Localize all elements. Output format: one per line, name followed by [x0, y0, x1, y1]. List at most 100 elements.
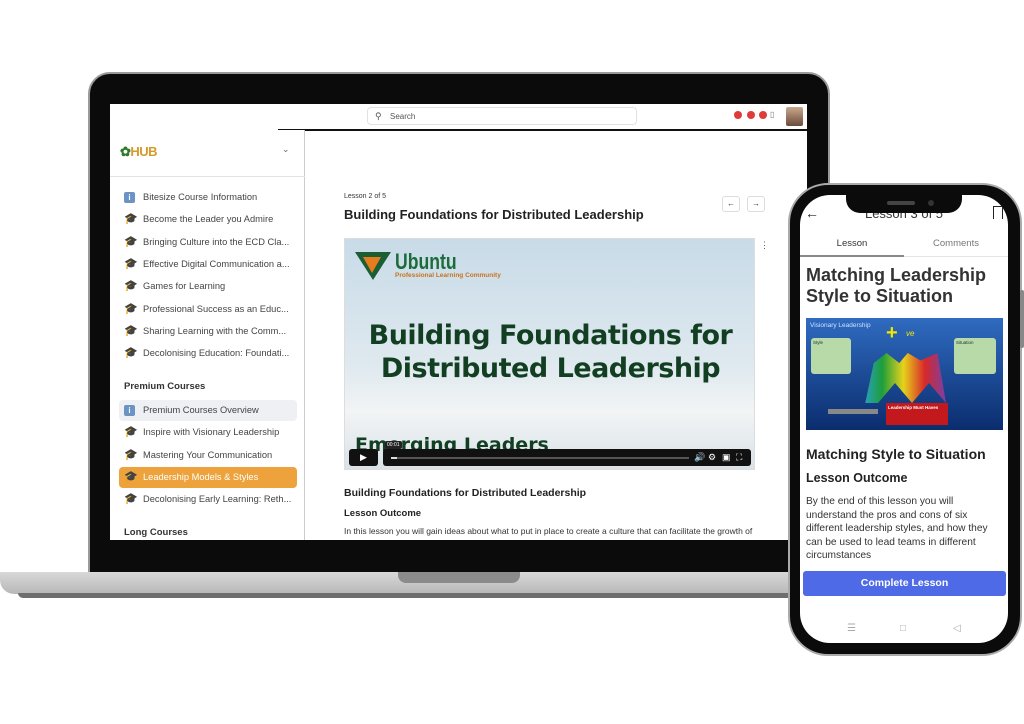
sidebar-item-label: Games for Learning [143, 281, 226, 292]
graduation-cap-icon: 🎓 [124, 448, 138, 461]
logo[interactable]: ✿HUB [120, 144, 158, 160]
lesson-image: Visionary Leadership + ve Style Situatio… [806, 318, 1003, 430]
phone-heading: Matching Style to Situation [806, 446, 986, 462]
sidebar-item[interactable]: 🎓 Sharing Learning with the Comm... [119, 321, 297, 342]
graduation-cap-icon: 🎓 [124, 280, 138, 293]
sidebar-item-label: Professional Success as an Educ... [143, 303, 289, 314]
sidebar-item-label: Decolonising Education: Foundati... [143, 348, 290, 359]
phone-outcome-heading: Lesson Outcome [806, 471, 908, 485]
image-label: Visionary Leadership [810, 322, 871, 329]
sidebar-item[interactable]: 🎓 Games for Learning [119, 276, 297, 297]
camera [928, 200, 934, 206]
long-courses-heading: Long Courses [124, 527, 188, 538]
sidebar-item-label: Premium Courses Overview [143, 405, 259, 415]
chat-icon[interactable] [759, 111, 767, 119]
divider [110, 176, 305, 177]
sidebar-item[interactable]: 🎓 Bringing Culture into the ECD Cla... [119, 232, 297, 253]
active-tab-indicator [800, 255, 904, 257]
play-button[interactable]: ▶ [349, 449, 378, 466]
image-ve: ve [906, 329, 915, 338]
sidebar-item[interactable]: 🎓 Professional Success as an Educ... [119, 299, 297, 320]
graduation-cap-icon: 🎓 [124, 302, 138, 315]
sidebar-item[interactable]: 🎓 Leadership Models & Styles [119, 466, 297, 488]
video-player[interactable]: Ubuntu Professional Learning Community B… [344, 238, 755, 470]
africa-icon: ✿ [120, 144, 131, 159]
plus-icon: + [886, 322, 898, 344]
situation-card: Situation [954, 338, 996, 374]
video-time: 00:01 [385, 441, 402, 449]
settings-icon[interactable]: ⚙ [708, 452, 716, 463]
tab-comments[interactable]: Comments [904, 238, 1008, 249]
phone-notch [846, 195, 962, 213]
menu-icon[interactable]: ☰ [847, 623, 856, 634]
sidebar-item[interactable]: 🎓 Mastering Your Communication [119, 445, 297, 466]
seek-progress [391, 457, 397, 459]
sidebar-item[interactable]: i Bitesize Course Information [119, 187, 297, 208]
phone-side-button [1020, 290, 1024, 348]
sidebar-item-label: Mastering Your Communication [143, 449, 273, 460]
laptop-notch [398, 572, 520, 583]
sidebar-item[interactable]: 🎓 Decolonising Education: Foundati... [119, 343, 297, 364]
lesson-number: Lesson 2 of 5 [344, 193, 387, 200]
notification-icon[interactable] [734, 111, 742, 119]
graduation-cap-icon: 🎓 [124, 257, 138, 270]
sidebar-item-label: Decolonising Early Learning: Reth... [143, 494, 292, 505]
graduation-cap-icon: 🎓 [124, 493, 138, 506]
must-haves-box: Leadership Must Haves [886, 403, 948, 425]
speaker [887, 201, 915, 205]
sidebar-item[interactable]: 🎓 Effective Digital Communication a... [119, 254, 297, 275]
lesson-paragraph: In this lesson you will gain ideas about… [344, 526, 753, 536]
info-icon: i [124, 192, 135, 203]
fullscreen-icon[interactable]: ⛶ [736, 452, 742, 463]
graduation-cap-icon: 🎓 [124, 426, 138, 439]
people-icon [865, 353, 946, 403]
prev-lesson-button[interactable]: ← [722, 196, 740, 212]
messages-icon[interactable] [747, 111, 755, 119]
tab-lesson[interactable]: Lesson [800, 238, 904, 249]
ubuntu-logo-accent [363, 257, 381, 273]
sidebar-item[interactable]: 🎓 Decolonising Early Learning: Reth... [119, 489, 297, 510]
logo-text: HUB [130, 144, 158, 159]
video-brand-sub: Professional Learning Community [395, 272, 501, 279]
home-icon[interactable]: □ [900, 623, 906, 634]
arrow-left-icon: ← [727, 199, 735, 208]
sidebar-item-label: Effective Digital Communication a... [143, 258, 290, 269]
info-icon: i [124, 405, 135, 416]
video-controls: 🔊 ⚙ ▣ ⛶ [383, 449, 751, 466]
seek-bar[interactable] [391, 457, 689, 459]
laptop-base-shadow [18, 593, 818, 598]
tabs: Lesson Comments [800, 231, 1008, 257]
search-input[interactable]: ⚲ Search [367, 107, 637, 125]
sidebar-item[interactable]: 🎓 Inspire with Visionary Leadership [119, 422, 297, 443]
phone-lesson-title: Matching Leadership Style to Situation [806, 265, 987, 306]
bookmark-icon[interactable]: ▯ [770, 110, 774, 119]
video-title: Building Foundations for Distributed Lea… [368, 320, 733, 384]
outcome-heading: Lesson Outcome [344, 508, 422, 519]
lesson-title: Building Foundations for Distributed Lea… [344, 207, 644, 222]
pip-icon[interactable]: ▣ [722, 452, 731, 463]
sidebar-item-label: Bringing Culture into the ECD Cla... [143, 236, 290, 247]
next-lesson-button[interactable]: → [747, 196, 765, 212]
lesson-main: Lesson 2 of 5 Building Foundations for D… [306, 130, 807, 540]
top-bar: ⚲ Search ▯ [110, 104, 807, 130]
arrow-icon [828, 409, 878, 414]
more-options-icon[interactable]: ⋮ [760, 240, 769, 251]
avatar[interactable] [786, 107, 803, 126]
back-icon[interactable]: ◁ [953, 623, 961, 634]
graduation-cap-icon: 🎓 [124, 347, 138, 360]
arrow-right-icon: → [752, 199, 760, 208]
graduation-cap-icon: 🎓 [124, 235, 138, 248]
search-placeholder: Search [390, 112, 416, 121]
graduation-cap-icon: 🎓 [124, 324, 138, 337]
play-icon: ▶ [360, 452, 367, 462]
sidebar: ✿HUB ⌄ i Bitesize Course Information 🎓 Beco… [110, 130, 305, 540]
chevron-down-icon[interactable]: ⌄ [282, 144, 290, 155]
complete-lesson-button[interactable]: Complete Lesson [803, 571, 1006, 596]
sidebar-item[interactable]: i Premium Courses Overview [119, 400, 297, 421]
volume-icon[interactable]: 🔊 [694, 452, 705, 463]
laptop-screen: ⚲ Search ▯ ✿HUB ⌄ i Bitesize Course Infor… [110, 104, 807, 540]
sidebar-item[interactable]: 🎓 Become the Leader you Admire [119, 209, 297, 230]
sidebar-item-label: Leadership Models & Styles [143, 471, 259, 482]
bookmark-icon[interactable] [993, 206, 1003, 219]
style-card: Style [811, 338, 851, 374]
